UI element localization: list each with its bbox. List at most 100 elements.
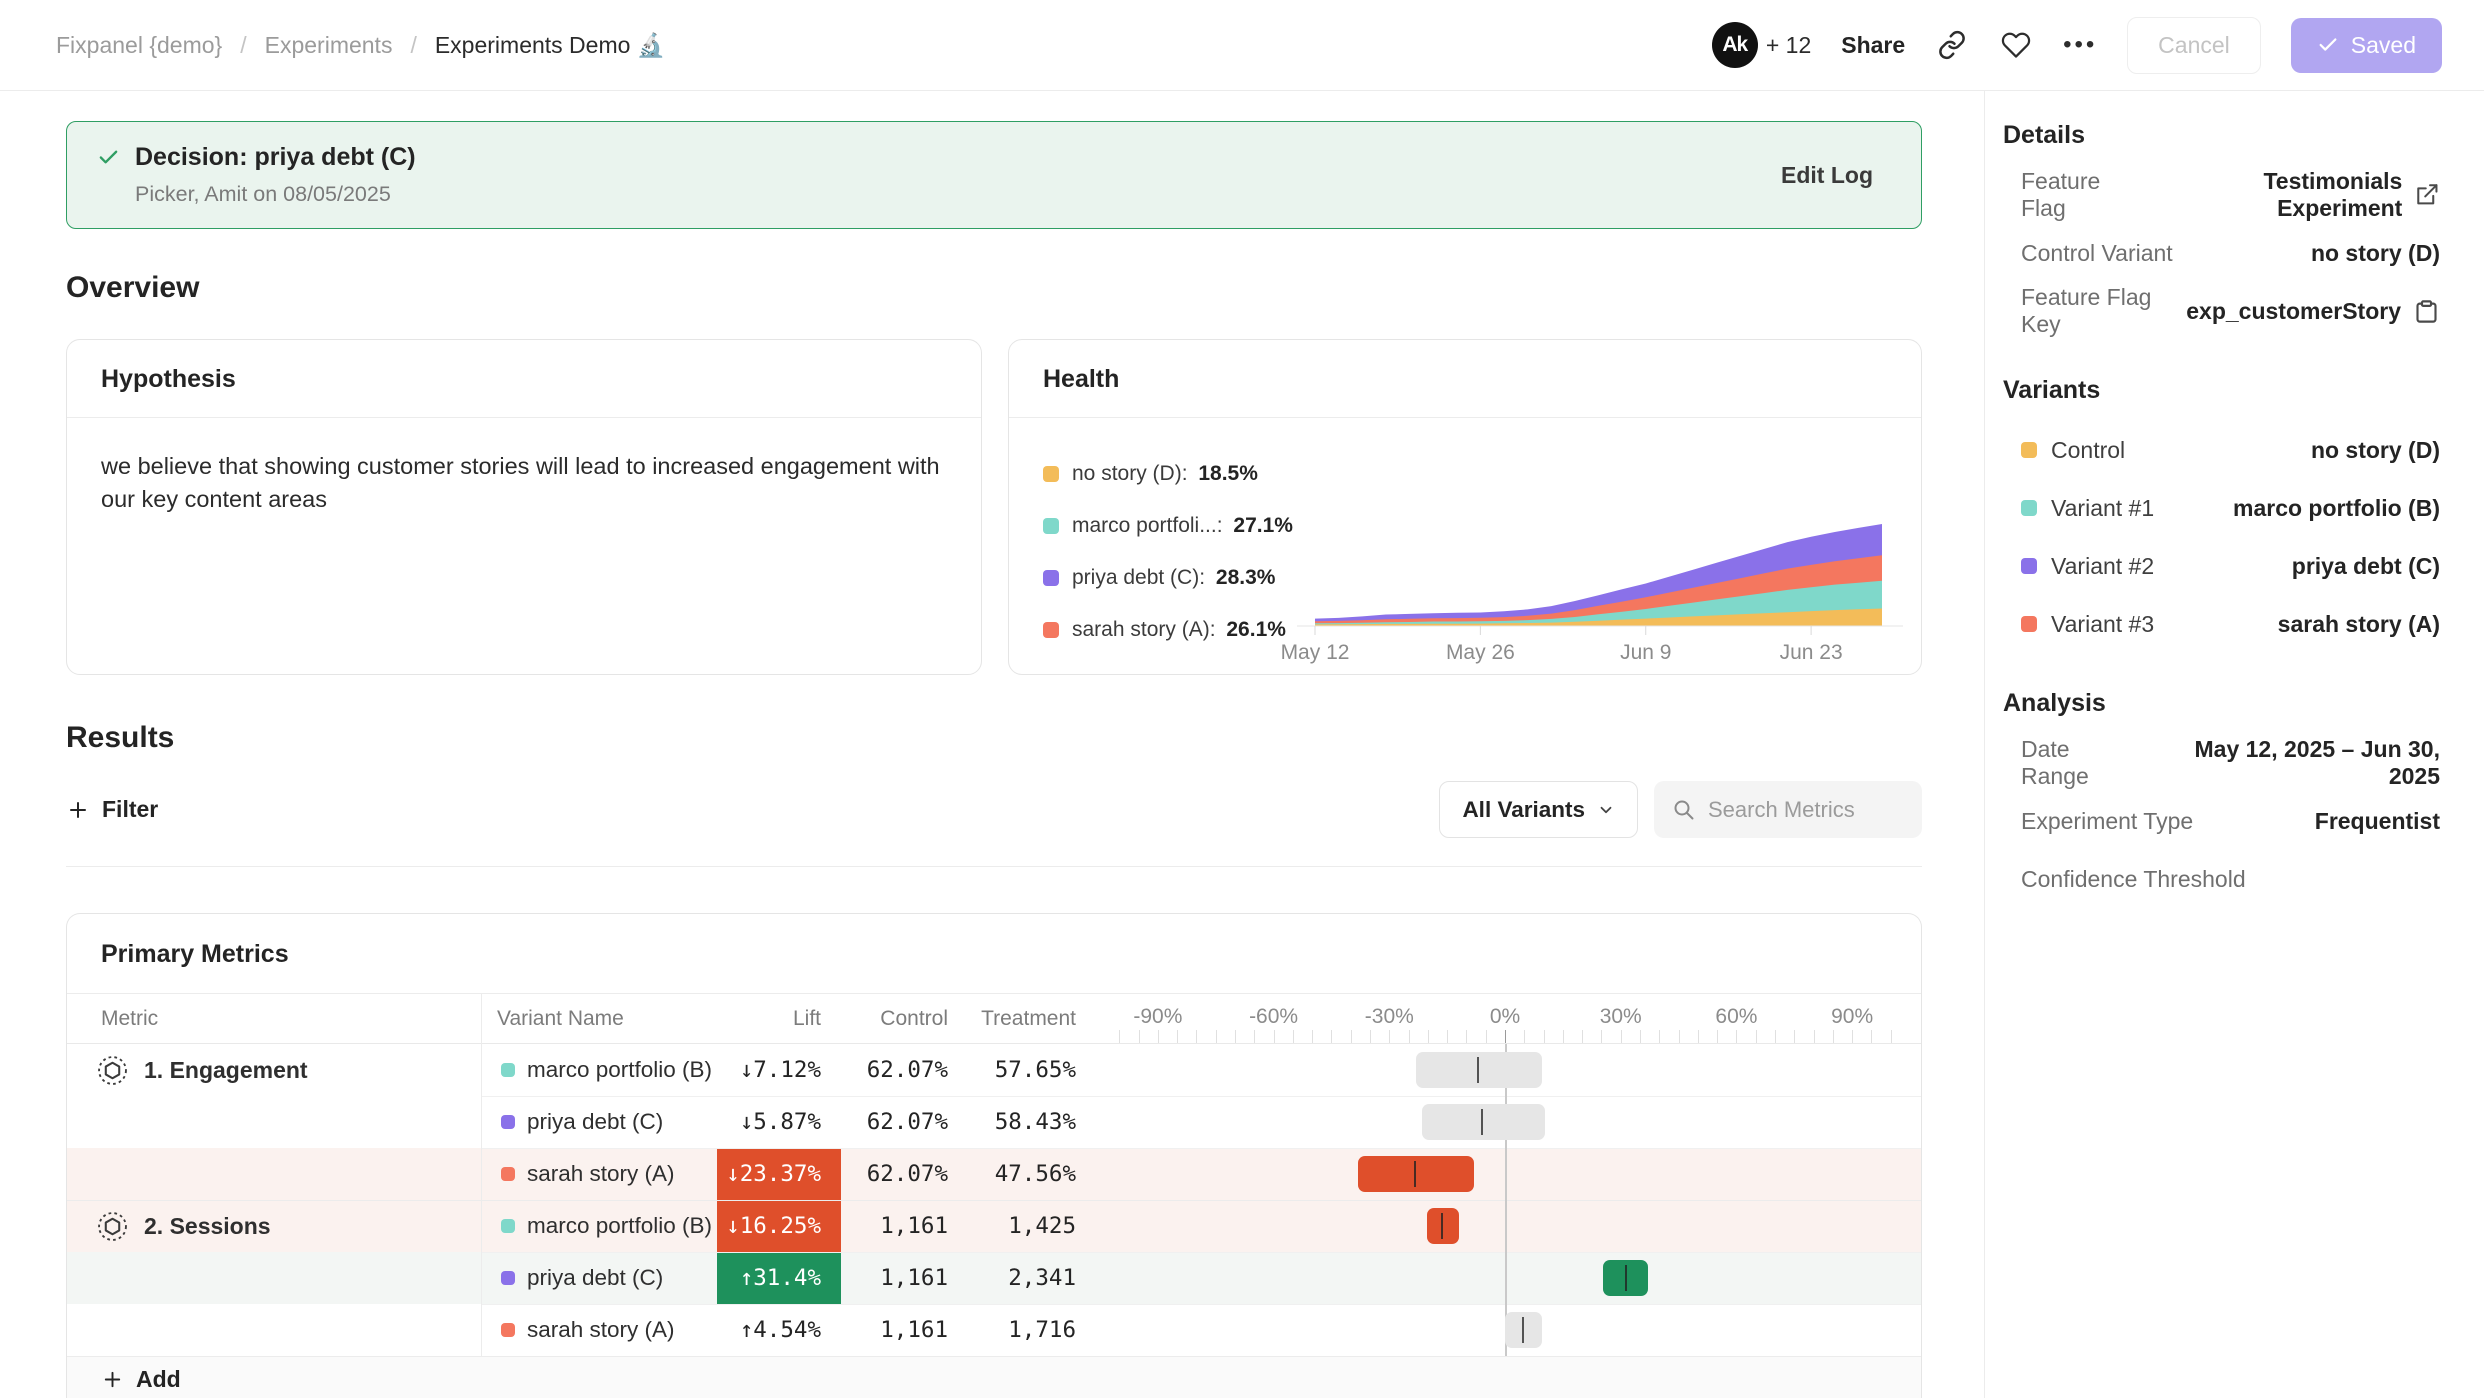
legend-swatch-icon (1043, 570, 1059, 586)
ruler-tick (1351, 1030, 1352, 1043)
legend-label: no story (D) (1072, 462, 1193, 486)
health-exposure-chart: May 12May 26Jun 9Jun 23 (1297, 438, 1903, 660)
x-axis-label: Jun 23 (1780, 641, 1843, 664)
add-metric-button[interactable]: Add (67, 1356, 1921, 1398)
control-value: 1,161 (841, 1317, 963, 1343)
variant-cell: marco portfolio (B) (481, 1213, 717, 1239)
column-divider (481, 994, 482, 1356)
confidence-interval-bar (1603, 1260, 1647, 1296)
sidebar-row-value: priya debt (C) (2292, 553, 2440, 580)
treatment-value: 57.65% (963, 1057, 1092, 1083)
confidence-interval-bar (1505, 1312, 1542, 1348)
breadcrumb-project[interactable]: Fixpanel {demo} (56, 32, 222, 59)
variant-swatch-icon (501, 1323, 515, 1337)
metric-table-row: 1. Engagementmarco portfolio (B)↓7.12%62… (67, 1044, 1921, 1096)
sidebar-row-value-wrap: May 12, 2025 – Jun 30, 2025 (2142, 736, 2440, 790)
breadcrumb-experiments[interactable]: Experiments (265, 32, 393, 59)
sidebar-row-value: marco portfolio (B) (2233, 495, 2440, 522)
metric-cell: 2. Sessions (67, 1211, 481, 1242)
more-options-icon[interactable]: ••• (2063, 28, 2097, 62)
lift-value: ↑4.54% (717, 1304, 841, 1356)
variant-filter-dropdown[interactable]: All Variants (1439, 781, 1638, 838)
legend-swatch-icon (1043, 622, 1059, 638)
sidebar-row-label: Variant #3 (2021, 611, 2154, 638)
share-button[interactable]: Share (1841, 32, 1905, 59)
sidebar-row-label: Variant #1 (2021, 495, 2154, 522)
ruler-tick (1370, 1030, 1371, 1043)
axis-label-60: 60% (1715, 1005, 1757, 1029)
ruler-tick (1505, 1030, 1506, 1043)
favorite-heart-icon[interactable] (1999, 28, 2033, 62)
lift-point-tick (1625, 1265, 1627, 1291)
metric-search[interactable] (1654, 781, 1922, 838)
primary-metrics-card: Primary Metrics Metric Variant Name Lift… (66, 913, 1922, 1398)
axis-label-30: 30% (1600, 1005, 1642, 1029)
variant-swatch-icon (2021, 558, 2037, 574)
variant-filter-value: All Variants (1462, 797, 1585, 823)
ruler-tick (1563, 1030, 1564, 1043)
copy-icon[interactable] (2413, 298, 2440, 325)
ruler-tick (1389, 1030, 1390, 1043)
variant-swatch-icon (501, 1219, 515, 1233)
sidebar-row-label: Experiment Type (2021, 808, 2193, 835)
hypothesis-text: we believe that showing customer stories… (67, 418, 981, 517)
ruler-tick (1486, 1030, 1487, 1043)
sidebar-row-label: Date Range (2021, 736, 2142, 790)
ruler-tick (1119, 1030, 1120, 1043)
axis-label-90: 90% (1831, 1005, 1873, 1029)
details-heading: Details (2003, 121, 2440, 150)
sidebar-label-text: Confidence Threshold (2021, 866, 2246, 893)
sidebar-label-text: Variant #1 (2051, 495, 2154, 522)
column-header-variant: Variant Name (481, 1007, 717, 1031)
sidebar-row-value-wrap: exp_customerStory (2186, 298, 2440, 325)
search-icon (1672, 798, 1696, 822)
ruler-tick (1466, 1030, 1467, 1043)
cancel-button[interactable]: Cancel (2127, 17, 2261, 74)
x-axis-label: May 12 (1281, 641, 1350, 664)
ruler-tick (1833, 1030, 1834, 1043)
copy-link-icon[interactable] (1935, 28, 1969, 62)
metric-name: 2. Sessions (144, 1213, 271, 1240)
sidebar-row: Control Variantno story (D) (2021, 236, 2440, 270)
breadcrumb-separator (240, 32, 246, 59)
saved-button[interactable]: Saved (2291, 18, 2442, 73)
ruler-tick (1544, 1030, 1545, 1043)
ruler-tick (1582, 1030, 1583, 1043)
sidebar-row-value: Testimonials Experiment (2145, 168, 2402, 222)
breadcrumb-current-page[interactable]: Experiments Demo 🔬 (435, 32, 666, 59)
control-value: 1,161 (841, 1213, 963, 1239)
plus-icon (66, 798, 90, 822)
lift-value: ↓23.37% (717, 1148, 841, 1200)
confidence-interval-bar (1422, 1104, 1545, 1140)
edit-log-button[interactable]: Edit Log (1781, 162, 1891, 189)
add-filter-button[interactable]: Filter (66, 796, 158, 823)
ruler-tick (1196, 1030, 1197, 1043)
lift-point-tick (1481, 1109, 1483, 1135)
ruler-tick (1717, 1030, 1718, 1043)
top-bar: Fixpanel {demo} Experiments Experiments … (0, 0, 2484, 91)
ruler-tick (1447, 1030, 1448, 1043)
sidebar-row: Variant #1 marco portfolio (B) (2021, 491, 2440, 525)
sidebar-row: Controlno story (D) (2021, 433, 2440, 467)
results-divider (66, 866, 1922, 867)
avatar[interactable]: Ak (1712, 22, 1758, 68)
column-header-control: Control (841, 1007, 963, 1031)
external-link-icon[interactable] (2414, 182, 2440, 209)
variant-cell: sarah story (A) (481, 1317, 717, 1343)
health-legend: no story (D)18.5%marco portfoli...27.1%p… (1043, 438, 1297, 660)
collaborators-group[interactable]: Ak + 12 (1712, 22, 1811, 68)
treatment-value: 58.43% (963, 1109, 1092, 1135)
legend-swatch-icon (1043, 518, 1059, 534)
metric-table-row: sarah story (A)↓23.37%62.07%47.56% (67, 1148, 1921, 1200)
health-chart-svg: May 12May 26Jun 9Jun 23 (1297, 446, 1903, 660)
lift-point-tick (1441, 1213, 1443, 1239)
variant-cell: priya debt (C) (481, 1265, 717, 1291)
sidebar-row-value-wrap: Testimonials Experiment (2145, 168, 2440, 222)
sidebar-row-value: no story (D) (2311, 437, 2440, 464)
sidebar-row: Variant #2priya debt (C) (2021, 549, 2440, 583)
search-metrics-input[interactable] (1708, 797, 1904, 823)
ruler-tick (1698, 1030, 1699, 1043)
filter-label: Filter (102, 796, 158, 823)
control-value: 1,161 (841, 1265, 963, 1291)
ruler-tick (1312, 1030, 1313, 1043)
